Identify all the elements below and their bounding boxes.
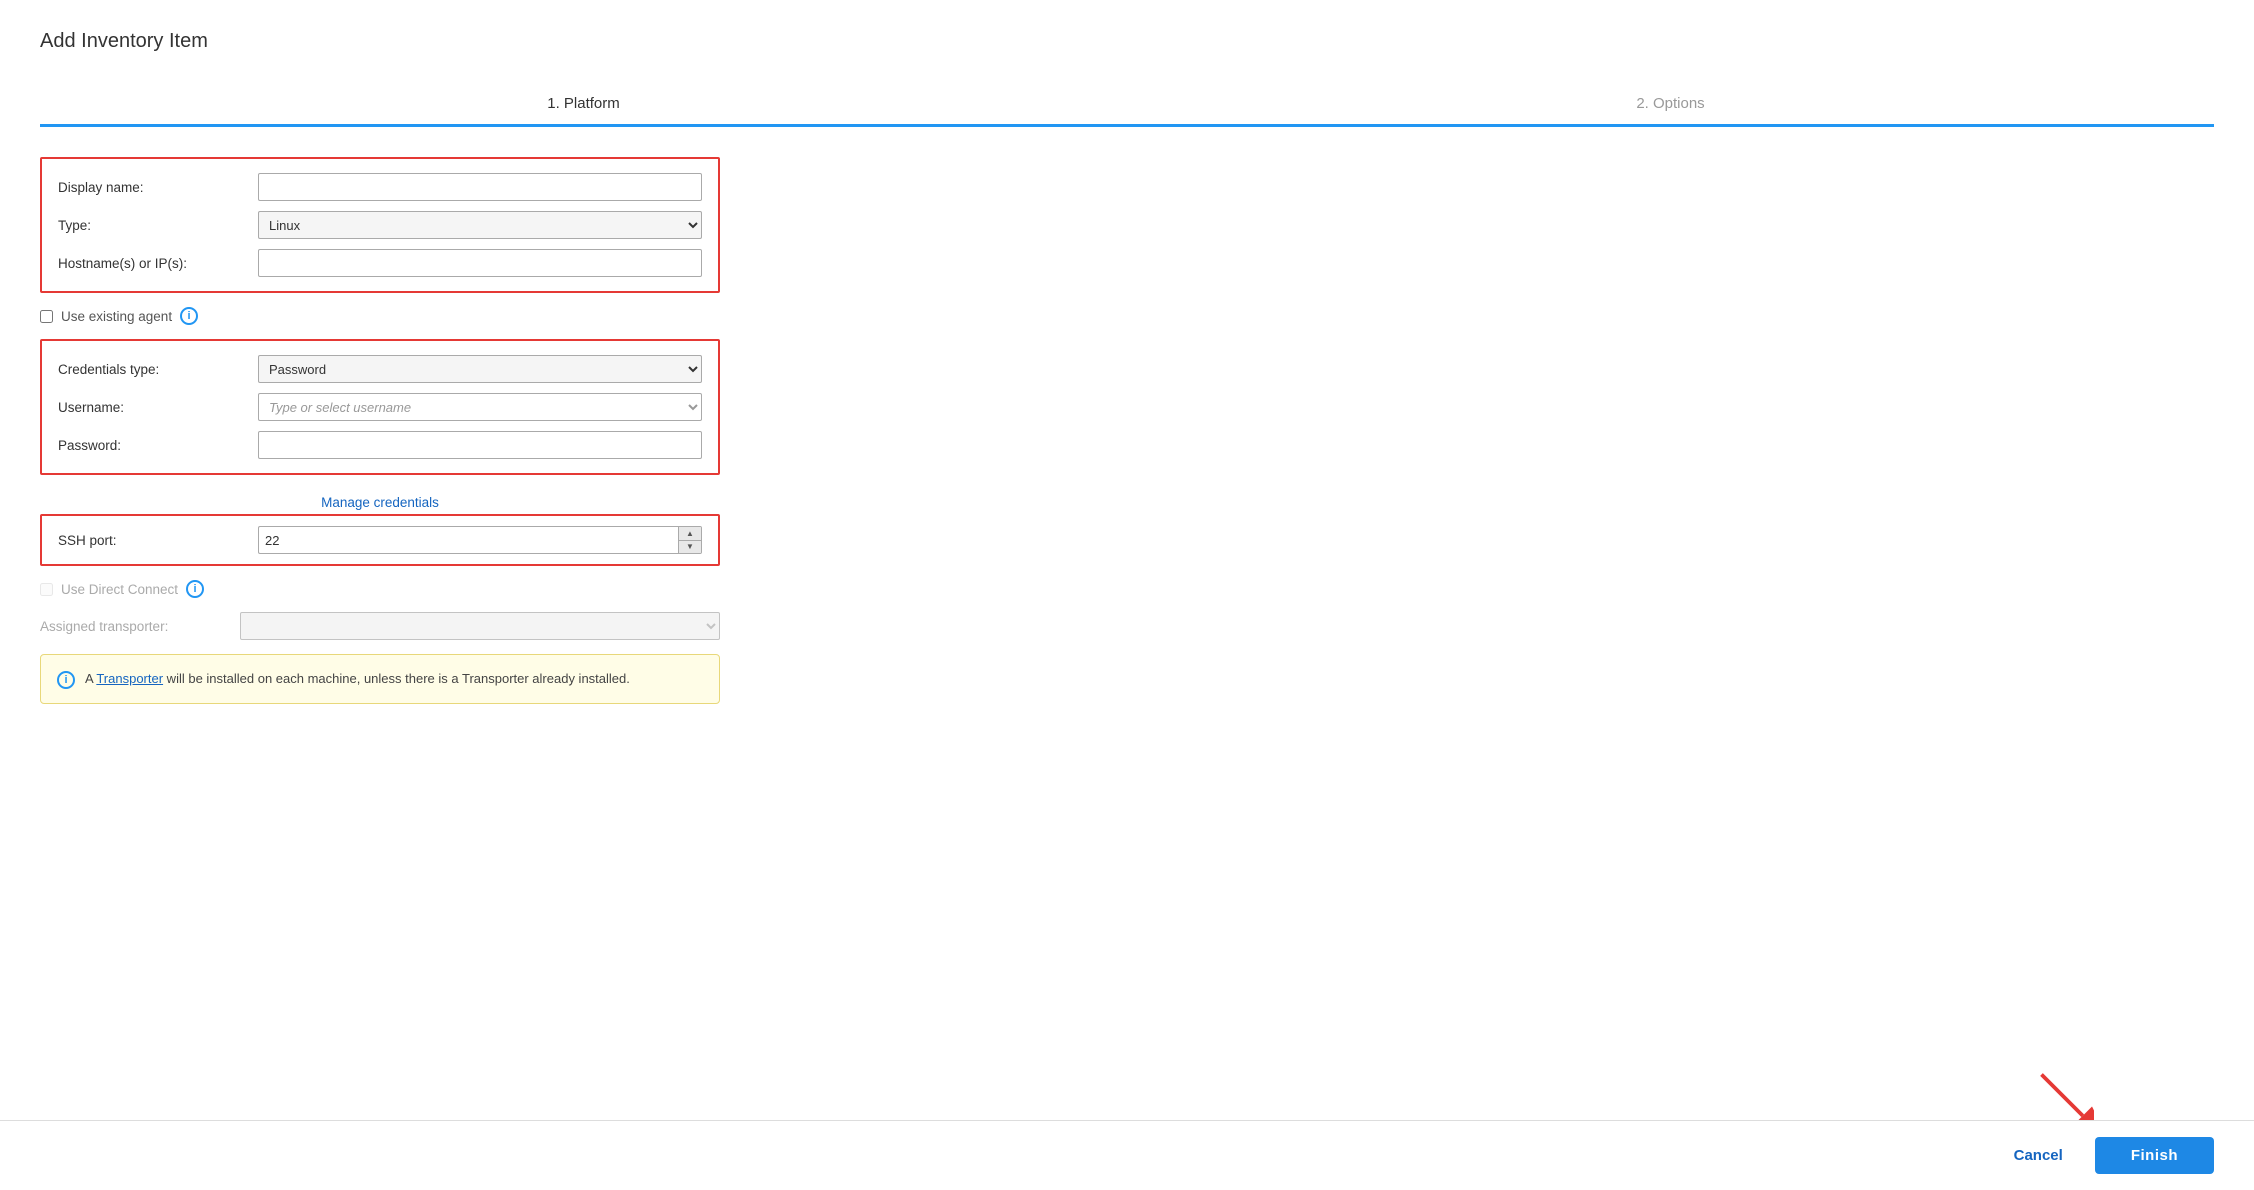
footer: Cancel Finish <box>0 1120 2254 1190</box>
display-name-input[interactable] <box>258 173 702 201</box>
finish-button[interactable]: Finish <box>2095 1137 2214 1174</box>
hostname-input[interactable] <box>258 249 702 277</box>
info-text-after-link: will be installed on each machine, unles… <box>163 671 630 686</box>
credentials-type-label: Credentials type: <box>58 362 258 377</box>
display-name-label: Display name: <box>58 180 258 195</box>
ssh-port-increment-button[interactable]: ▲ <box>679 527 701 541</box>
use-direct-connect-info-icon: i <box>186 580 204 598</box>
wizard-header: 1. Platform 2. Options <box>40 83 2214 127</box>
info-box-text: A Transporter will be installed on each … <box>85 669 630 689</box>
assigned-transporter-row: Assigned transporter: <box>40 612 720 640</box>
ssh-port-input[interactable]: 22 <box>258 526 678 554</box>
info-circle-icon: i <box>57 671 75 689</box>
wizard-step-1[interactable]: 1. Platform <box>40 83 1127 124</box>
info-text-before-link: A <box>85 671 96 686</box>
password-input[interactable] <box>258 431 702 459</box>
type-select[interactable]: Linux <box>258 211 702 239</box>
username-select[interactable]: Type or select username <box>258 393 702 421</box>
type-label: Type: <box>58 218 258 233</box>
credentials-type-select[interactable]: Password <box>258 355 702 383</box>
ssh-port-spinner: 22 ▲ ▼ <box>258 526 702 554</box>
ssh-port-decrement-button[interactable]: ▼ <box>679 541 701 554</box>
info-box: i A Transporter will be installed on eac… <box>40 654 720 704</box>
hostname-label: Hostname(s) or IP(s): <box>58 256 258 271</box>
use-direct-connect-checkbox <box>40 583 53 596</box>
ssh-port-spinner-buttons: ▲ ▼ <box>678 526 702 554</box>
use-existing-agent-checkbox[interactable] <box>40 310 53 323</box>
transporter-link[interactable]: Transporter <box>96 671 163 686</box>
use-direct-connect-label: Use Direct Connect <box>61 582 178 597</box>
credentials-section: Credentials type: Password Username: Typ… <box>40 339 720 475</box>
basic-info-section: Display name: Type: Linux Hostname(s) or… <box>40 157 720 293</box>
page-title: Add Inventory Item <box>40 30 2214 53</box>
wizard-step-2[interactable]: 2. Options <box>1127 83 2214 124</box>
password-label: Password: <box>58 438 258 453</box>
use-direct-connect-row: Use Direct Connect i <box>40 580 720 598</box>
username-label: Username: <box>58 400 258 415</box>
ssh-section: SSH port: 22 ▲ ▼ <box>40 514 720 566</box>
assigned-transporter-label: Assigned transporter: <box>40 619 240 634</box>
assigned-transporter-select <box>240 612 720 640</box>
cancel-button[interactable]: Cancel <box>1998 1139 2079 1172</box>
info-box-icon: i <box>57 670 75 689</box>
ssh-port-label: SSH port: <box>58 533 258 548</box>
use-existing-agent-info-icon: i <box>180 307 198 325</box>
use-existing-agent-row: Use existing agent i <box>40 307 720 325</box>
use-existing-agent-label: Use existing agent <box>61 309 172 324</box>
manage-credentials-row: Manage credentials <box>40 489 720 514</box>
manage-credentials-link[interactable]: Manage credentials <box>321 495 439 510</box>
